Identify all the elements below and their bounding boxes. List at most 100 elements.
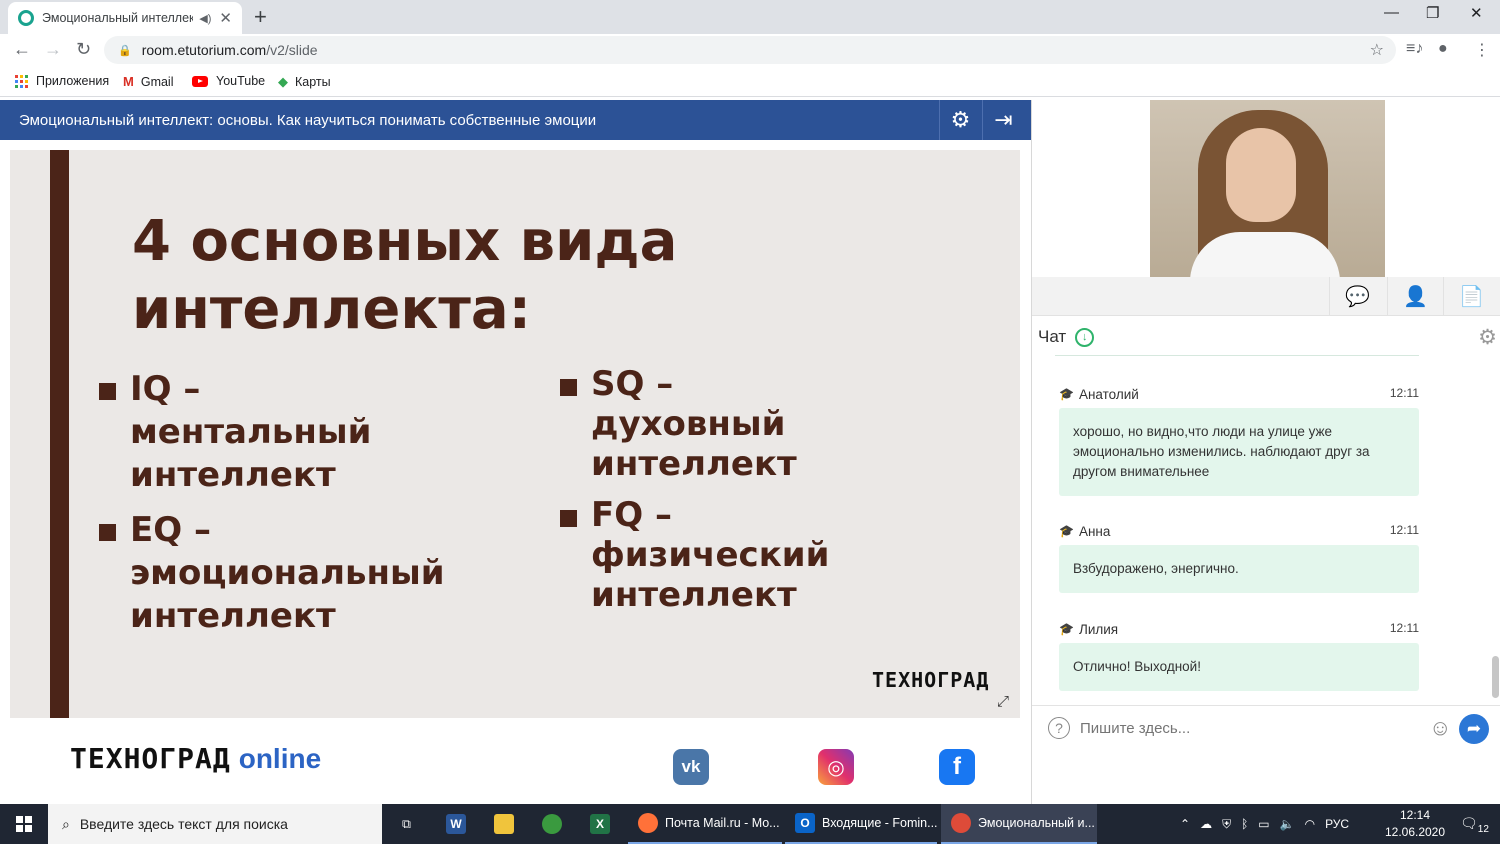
windows-taskbar: ⌕ Введите здесь текст для поиска ⧉ W X П… — [0, 804, 1500, 844]
files-tab-icon[interactable]: 📄 — [1443, 277, 1499, 316]
taskbar-app-chrome[interactable]: Эмоциональный и... — [941, 804, 1097, 844]
slide-heading-line: 4 основных вида — [132, 209, 678, 274]
bullet-line: SQ – — [591, 364, 674, 404]
tab-strip: Эмоциональный интеллект ◀) ✕ + — ❐ ✕ — [0, 0, 1500, 34]
bookmark-label: Gmail — [140, 74, 174, 89]
new-tab-icon[interactable]: + — [254, 4, 267, 30]
chat-message: 🎓 Анна 12:11 Взбудоражено, энергично. — [1059, 521, 1419, 593]
bullet-square-icon — [99, 524, 116, 541]
taskbar-app-firefox[interactable]: Почта Mail.ru - Mo... — [628, 804, 782, 844]
wifi-icon[interactable]: ◠ — [1305, 817, 1315, 831]
taskbar-app-outlook[interactable]: O Входящие - Fomin... — [785, 804, 937, 844]
firefox-icon — [638, 813, 658, 833]
bullet-line: духовный — [591, 404, 786, 444]
side-panel: 💬 👤 📄 Чат ↓ ⚙ 🎓 Анатолий 12:11 хорошо, н… — [1031, 100, 1500, 804]
bullet-line: интеллект — [591, 444, 797, 484]
browser-app[interactable] — [532, 804, 578, 844]
search-icon: ⌕ — [62, 815, 70, 832]
excel-app[interactable]: X — [580, 804, 626, 844]
maximize-icon[interactable]: ❐ — [1426, 4, 1439, 22]
facebook-icon[interactable]: f — [939, 749, 975, 785]
security-shield-icon[interactable]: ⛨ — [1222, 817, 1231, 832]
media-control-icon[interactable]: ≡♪ — [1406, 40, 1423, 58]
chat-divider — [1055, 355, 1419, 356]
explorer-app[interactable] — [484, 804, 530, 844]
taskbar-app-label: Почта Mail.ru - Mo... — [665, 816, 780, 830]
graduation-cap-icon: 🎓 — [1059, 622, 1074, 636]
volume-icon[interactable]: 🔈 — [1280, 817, 1295, 831]
back-icon[interactable]: ← — [13, 39, 31, 60]
bullet-line: IQ – — [130, 369, 201, 409]
exit-room-icon[interactable]: ⇥ — [982, 100, 1024, 140]
address-bar[interactable]: 🔒 room.etutorium.com/v2/slide ☆ — [104, 36, 1396, 64]
reload-icon[interactable]: ↻ — [76, 39, 91, 60]
chat-tab-icon[interactable]: 💬 — [1329, 277, 1385, 316]
url-path: /v2/slide — [266, 42, 318, 58]
word-app[interactable]: W — [436, 804, 482, 844]
bookmark-star-icon[interactable]: ☆ — [1370, 40, 1384, 60]
bullet-line: эмоциональный — [130, 553, 445, 593]
help-icon[interactable]: ? — [1048, 717, 1070, 739]
onedrive-icon[interactable]: ☁ — [1200, 817, 1212, 831]
bookmark-youtube[interactable]: YouTube — [192, 74, 265, 88]
chat-scrollbar[interactable] — [1492, 656, 1499, 698]
graduation-cap-icon: 🎓 — [1059, 387, 1074, 401]
taskbar-search[interactable]: ⌕ Введите здесь текст для поиска — [48, 804, 382, 844]
system-clock[interactable]: 12:14 12.06.2020 — [1380, 807, 1450, 841]
window-close-icon[interactable]: ✕ — [1470, 4, 1483, 22]
browser-tab[interactable]: Эмоциональный интеллект ◀) ✕ — [8, 2, 242, 34]
chrome-icon — [951, 813, 971, 833]
clock-date: 12.06.2020 — [1384, 825, 1446, 839]
download-chat-icon[interactable]: ↓ — [1075, 327, 1095, 347]
bullet-line: EQ – — [130, 510, 211, 550]
menu-icon[interactable]: ⋮ — [1474, 40, 1490, 60]
bookmarks-bar: Приложения M Gmail YouTube ◆ Карты — [0, 67, 1500, 97]
youtube-icon — [192, 75, 208, 87]
video-area — [1032, 100, 1500, 277]
maps-icon: ◆ — [278, 74, 288, 89]
presentation-slide: 4 основных вида интеллекта: IQ – менталь… — [10, 150, 1020, 718]
bullet-eq: EQ – эмоциональный интеллект — [99, 509, 445, 638]
audio-playing-icon[interactable]: ◀) — [199, 12, 211, 25]
footer-logo[interactable]: ТЕХНОГРАД online — [70, 742, 321, 775]
bookmark-maps[interactable]: ◆ Карты — [278, 74, 331, 90]
chat-title: Чат — [1038, 327, 1067, 346]
bullet-line: интеллект — [130, 455, 336, 495]
battery-icon[interactable]: ▭ — [1258, 817, 1269, 831]
bookmark-label: Карты — [295, 75, 331, 89]
language-indicator[interactable]: РУС — [1325, 817, 1349, 831]
participants-tab-icon[interactable]: 👤 — [1387, 277, 1443, 316]
bookmark-gmail[interactable]: M Gmail — [123, 74, 174, 89]
bullet-square-icon — [560, 510, 577, 527]
chat-message-input[interactable] — [1080, 714, 1420, 742]
task-view-icon[interactable]: ⧉ — [392, 804, 426, 844]
start-button[interactable] — [0, 804, 48, 844]
bookmark-label: YouTube — [216, 74, 266, 88]
bluetooth-icon[interactable]: ᛒ — [1241, 817, 1248, 831]
show-hidden-icons-icon[interactable]: ⌃ — [1180, 817, 1190, 831]
lock-icon: 🔒 — [118, 44, 132, 57]
bookmark-apps[interactable]: Приложения — [15, 74, 109, 88]
slide-accent-bar — [50, 150, 69, 718]
bullet-square-icon — [99, 383, 116, 400]
chat-settings-icon[interactable]: ⚙ — [1478, 325, 1497, 350]
emoji-icon[interactable]: ☺ — [1429, 715, 1451, 741]
profile-icon[interactable]: ● — [1438, 40, 1448, 58]
instagram-icon[interactable]: ◎ — [818, 749, 854, 785]
room-title: Эмоциональный интеллект: основы. Как нау… — [19, 111, 597, 129]
notifications-icon[interactable]: 🗨12 — [1460, 815, 1489, 835]
excel-icon: X — [590, 814, 610, 834]
settings-gear-icon[interactable]: ⚙ — [939, 100, 981, 140]
vk-icon[interactable]: vk — [673, 749, 709, 785]
send-message-icon[interactable]: ➦ — [1459, 714, 1489, 744]
bullet-line: FQ – — [591, 495, 672, 535]
tab-title: Эмоциональный интеллект — [42, 11, 194, 25]
close-tab-icon[interactable]: ✕ — [219, 9, 232, 27]
message-text: хорошо, но видно,что люди на улице уже э… — [1059, 408, 1419, 496]
minimize-icon[interactable]: — — [1384, 4, 1399, 21]
forward-icon[interactable]: → — [44, 39, 62, 60]
message-time: 12:11 — [1389, 621, 1419, 635]
slide-brand-logo: ТЕХНОГРАД — [872, 668, 990, 692]
chat-input-bar: ? ☺ ➦ — [1032, 705, 1500, 751]
fullscreen-expand-icon[interactable]: ⤢ — [997, 693, 1009, 710]
